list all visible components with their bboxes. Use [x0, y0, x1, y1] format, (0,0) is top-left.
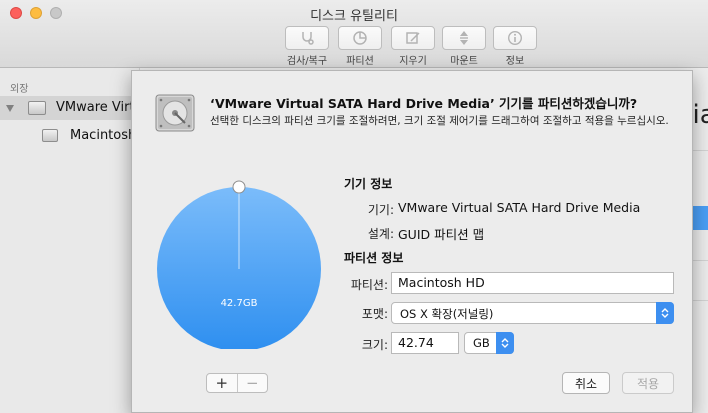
toolbar-info[interactable]: 정보	[492, 26, 538, 67]
mount-icon	[460, 31, 468, 45]
mount-button[interactable]	[442, 26, 486, 50]
erase-label: 지우기	[399, 56, 427, 67]
apply-button[interactable]: 적용	[622, 372, 674, 394]
volume-icon	[42, 129, 58, 142]
partition-sheet: ‘VMware Virtual SATA Hard Drive Media’ 기…	[131, 70, 693, 413]
window-title: 디스크 유틸리티	[310, 9, 398, 24]
device-info-heading: 기기 정보	[344, 177, 393, 191]
format-label: 포맷:	[361, 307, 388, 321]
add-remove-control: + −	[206, 373, 268, 393]
disclosure-triangle-icon[interactable]	[6, 105, 14, 112]
size-unit-popup[interactable]: GB	[464, 332, 514, 354]
size-unit-value: GB	[473, 336, 490, 350]
format-popup-value: OS X 확장(저널링)	[400, 307, 494, 321]
popup-arrows-icon	[496, 332, 514, 354]
size-label: 크기:	[361, 338, 388, 352]
resize-handle[interactable]	[232, 180, 246, 194]
toolbar-first-aid[interactable]: 검사/복구	[284, 26, 330, 67]
partition-label: 파티션	[346, 56, 374, 67]
sidebar-section-external: 외장	[10, 84, 29, 95]
size-field[interactable]: 42.74	[391, 332, 459, 354]
info-label: 정보	[505, 56, 525, 67]
toolbar-mount[interactable]: 마운트	[441, 26, 487, 67]
first-aid-label: 검사/복구	[286, 56, 328, 67]
info-icon	[507, 30, 523, 46]
erase-button[interactable]	[391, 26, 435, 50]
sidebar-item-vmware-disk[interactable]: VMware Virtual SATA Hard Drive Media	[0, 96, 308, 120]
stethoscope-icon	[302, 32, 314, 45]
toolbar-erase[interactable]: 지우기	[390, 26, 436, 67]
toolbar-partition[interactable]: 파티션	[337, 26, 383, 67]
device-label: 기기:	[367, 203, 394, 217]
erase-icon	[406, 32, 420, 44]
remove-partition-button[interactable]: −	[236, 374, 268, 392]
sheet-title: ‘VMware Virtual SATA Hard Drive Media’ 기…	[210, 96, 638, 111]
hard-drive-icon	[28, 101, 46, 115]
partition-pie-chart[interactable]	[154, 179, 324, 351]
info-button[interactable]	[493, 26, 537, 50]
partition-name-field[interactable]: Macintosh HD	[391, 272, 674, 294]
titlebar: 디스크 유틸리티 검사/복구 파티션 지우기 마운트 정보	[0, 0, 708, 68]
device-value: VMware Virtual SATA Hard Drive Media	[398, 200, 641, 215]
partition-size-label: 42.7GB	[220, 298, 258, 309]
disk-utility-window: 디스크 유틸리티 검사/복구 파티션 지우기 마운트 정보 외장 VMware …	[0, 0, 708, 413]
partition-name-label: 파티션:	[350, 278, 388, 292]
partition-info-heading: 파티션 정보	[344, 251, 404, 265]
hard-drive-icon	[155, 94, 195, 132]
scheme-value: GUID 파티션 맵	[398, 227, 485, 242]
scheme-label: 설계:	[367, 227, 394, 241]
sheet-description: 선택한 디스크의 파티션 크기를 조절하려면, 크기 조절 제어기를 드래그하여…	[210, 115, 669, 127]
mount-label: 마운트	[450, 56, 478, 67]
partition-button[interactable]	[338, 26, 382, 50]
sidebar: 외장 VMware Virtual SATA Hard Drive Media …	[0, 68, 308, 413]
partition-pie[interactable]: 42.7GB	[154, 179, 324, 351]
popup-arrows-icon	[656, 302, 674, 324]
sidebar-item-macintosh-hd[interactable]: Macintosh HD	[0, 124, 160, 148]
format-popup[interactable]: OS X 확장(저널링)	[391, 302, 674, 324]
cancel-button[interactable]: 취소	[562, 372, 610, 394]
partition-pie-icon	[353, 31, 367, 45]
first-aid-button[interactable]	[285, 26, 329, 50]
add-partition-button[interactable]: +	[207, 374, 237, 392]
